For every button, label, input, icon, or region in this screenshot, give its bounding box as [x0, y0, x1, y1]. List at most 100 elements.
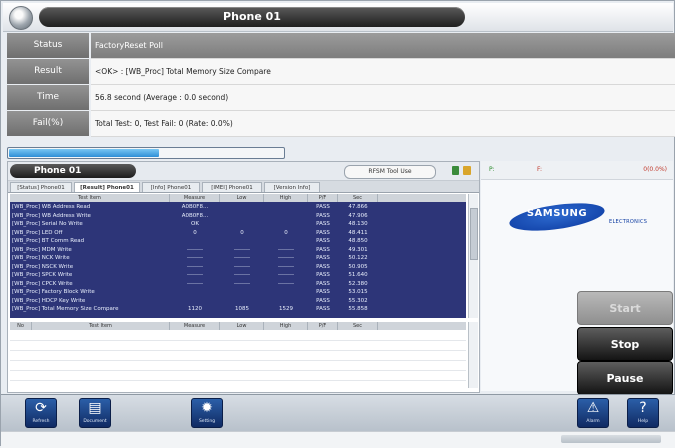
cell-measure: -------- — [187, 263, 203, 270]
col-test-item-2[interactable]: Test Item — [32, 322, 170, 330]
app-window: Phone 01 Status FactoryReset Poll Result… — [0, 0, 675, 448]
cell-pf: PASS — [316, 297, 330, 304]
rfsm-tool-button[interactable]: RFSM Tool Use — [344, 165, 436, 179]
table-row[interactable]: [WB_Proc] Serial No Write OK PASS 48.130 — [10, 221, 466, 228]
col-measure[interactable]: Measure — [170, 194, 220, 202]
cell-measure: -------- — [187, 280, 203, 287]
log-scrollbar[interactable] — [468, 322, 478, 388]
cell-pf: PASS — [316, 238, 330, 244]
samsung-electronics: ELECTRONICS — [609, 219, 648, 225]
grid-line — [10, 350, 466, 351]
cell-sec: 48.850 — [348, 238, 368, 244]
cell-pf: PASS — [316, 306, 330, 312]
alarm-button[interactable]: ⚠ Alarm — [577, 398, 609, 428]
table-row[interactable]: [WB_Proc] SPCK Write -------- -------- ----… — [10, 272, 466, 279]
fail-label: Fail(%) — [7, 111, 89, 136]
help-icon: ? — [639, 400, 647, 416]
table-row[interactable]: [WB_Proc] WB Address Read A0B0F8... PASS 47… — [10, 204, 466, 211]
table-row[interactable]: [WB_Proc] HDCP Key Write PASS 55.302 — [10, 298, 466, 305]
cell-low: 1085 — [235, 306, 249, 312]
cell-low: -------- — [234, 272, 250, 278]
samsung-logo: SAMSUNG ELECTRONICS — [507, 198, 647, 236]
info-row-result: Result <OK> : [WB_Proc] Total Memory Siz… — [7, 59, 675, 85]
cell-item: [WB_Proc] NCK Write — [12, 255, 70, 261]
col-pf-2[interactable]: P/F — [308, 322, 338, 330]
table-row[interactable]: [WB_Proc] Factory Block Write PASS 53.015 — [10, 289, 466, 296]
start-button[interactable]: Start — [577, 291, 673, 325]
col-high[interactable]: High — [264, 194, 308, 202]
cell-measure: A0B0F8... — [181, 212, 209, 219]
cell-item: [WB_Proc] CPCK Write — [12, 280, 73, 287]
cell-sec: 50.122 — [348, 255, 368, 261]
fail-value: Total Test: 0, Test Fail: 0 (Rate: 0.0%) — [91, 111, 675, 137]
document-button[interactable]: ▤ Document — [79, 398, 111, 428]
grid-line — [10, 340, 466, 341]
log-grid-header: No Test Item Measure Low High P/F Sec — [10, 322, 466, 330]
col-pf[interactable]: P/F — [308, 194, 338, 202]
cell-low: 0 — [240, 229, 244, 236]
col-no[interactable]: No — [10, 322, 32, 330]
col-sec[interactable]: Sec — [338, 194, 378, 202]
table-row[interactable]: [WB_Proc] NCK Write -------- -------- -----… — [10, 255, 466, 262]
tab-imei[interactable]: [IMEI] Phone01 — [202, 182, 262, 192]
tab-info[interactable]: [Info] Phone01 — [142, 182, 200, 192]
cell-pf: PASS — [316, 289, 330, 295]
status-label: Status — [7, 33, 89, 58]
cell-sec: 55.302 — [348, 297, 368, 304]
col-high-2[interactable]: High — [264, 322, 308, 330]
status-value: FactoryReset Poll — [91, 33, 675, 59]
stop-button[interactable]: Stop — [577, 327, 673, 361]
cell-sec: 51.640 — [348, 272, 368, 278]
device-icon[interactable] — [452, 166, 459, 175]
window-title: Phone 01 — [39, 7, 465, 27]
cell-measure: 1120 — [188, 306, 202, 312]
cell-sec: 47.906 — [348, 212, 368, 219]
table-row[interactable]: [WB_Proc] NSCK Write -------- -------- ----… — [10, 264, 466, 271]
tab-bar: [Status] Phone01 [Result] Phone01 [Info]… — [8, 181, 479, 193]
folder-icon[interactable] — [463, 166, 471, 175]
cell-measure: -------- — [187, 272, 203, 278]
refresh-button[interactable]: ⟳ Refresh — [25, 398, 57, 428]
table-row[interactable]: [WB_Proc] WB Address Write A0B0F8... PASS 4… — [10, 213, 466, 220]
time-value: 56.8 second (Average : 0.0 second) — [91, 85, 675, 111]
app-logo-icon[interactable] — [9, 6, 33, 30]
col-sec-2[interactable]: Sec — [338, 322, 378, 330]
panel-header: Phone 01 RFSM Tool Use — [8, 162, 479, 181]
result-value: <OK> : [WB_Proc] Total Memory Size Compa… — [91, 59, 675, 85]
cell-pf: PASS — [316, 212, 330, 219]
setting-label: Setting — [198, 419, 216, 424]
col-low[interactable]: Low — [220, 194, 264, 202]
cell-sec: 52.380 — [348, 280, 368, 287]
cell-high: -------- — [278, 280, 294, 287]
cell-pf: PASS — [316, 280, 330, 287]
tab-status[interactable]: [Status] Phone01 — [10, 182, 72, 192]
pause-button[interactable]: Pause — [577, 361, 673, 395]
col-low-2[interactable]: Low — [220, 322, 264, 330]
col-test-item[interactable]: Test Item — [10, 194, 170, 202]
samsung-wordmark: SAMSUNG — [526, 208, 588, 219]
setting-button[interactable]: ✹ Setting — [191, 398, 223, 428]
scroll-thumb[interactable] — [470, 208, 478, 260]
warning-icon: ⚠ — [586, 400, 600, 416]
result-scrollbar[interactable] — [468, 194, 478, 318]
table-row[interactable]: [WB_Proc] MDM Write -------- -------- -----… — [10, 247, 466, 254]
pass-count-label: P: — [489, 166, 495, 173]
result-grid[interactable]: Test Item Measure Low High P/F Sec [WB_P… — [10, 194, 466, 318]
col-measure-2[interactable]: Measure — [170, 322, 220, 330]
status-strip — [1, 431, 675, 448]
table-row[interactable]: [WB_Proc] BT Comm Read PASS 48.850 — [10, 238, 466, 245]
tab-version-info[interactable]: [Version Info] — [264, 182, 320, 192]
log-grid[interactable]: No Test Item Measure Low High P/F Sec — [10, 322, 466, 388]
cell-pf: PASS — [316, 263, 330, 270]
time-label: Time — [7, 85, 89, 110]
help-button[interactable]: ? Help — [627, 398, 659, 428]
table-row[interactable]: [WB_Proc] Total Memory Size Compare 1120 1… — [10, 306, 466, 313]
tab-result[interactable]: [Result] Phone01 — [74, 182, 140, 192]
fail-count-label: F: — [537, 166, 543, 173]
cell-sec: 49.301 — [348, 246, 368, 253]
table-row[interactable]: [WB_Proc] CPCK Write -------- -------- ----… — [10, 281, 466, 288]
grid-line — [10, 380, 466, 381]
cell-high: -------- — [278, 255, 294, 261]
table-row[interactable]: [WB_Proc] LED Off 0 0 0 PASS 48.411 — [10, 230, 466, 237]
title-bar: Phone 01 — [3, 3, 673, 32]
